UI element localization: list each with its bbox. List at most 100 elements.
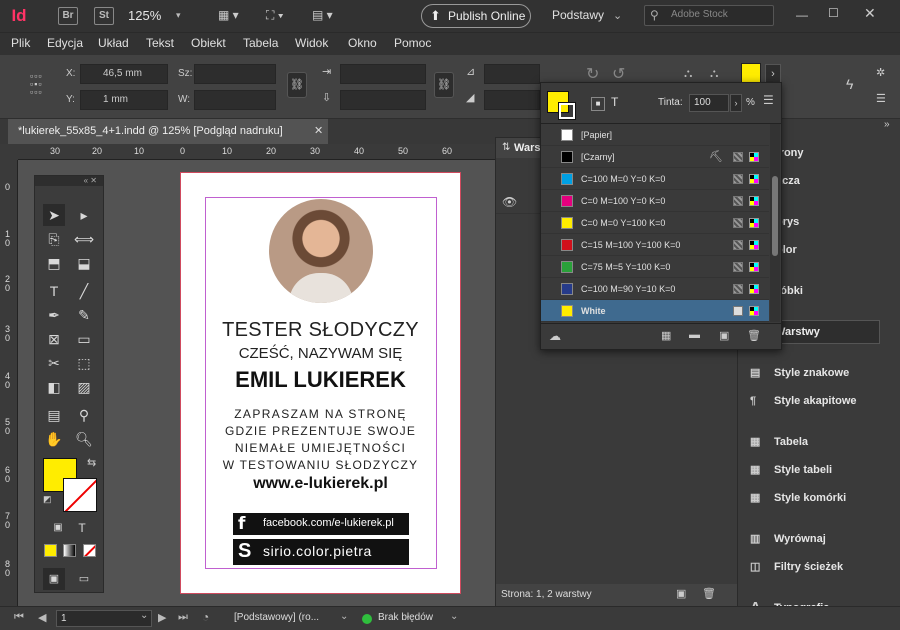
select-content-icon[interactable]: ⛬ <box>710 66 718 81</box>
container-formatting-icon[interactable]: ■ <box>591 97 605 111</box>
line-tool-icon[interactable]: ╱ <box>73 280 95 302</box>
master-page-field[interactable]: [Podstawowy] (ro... <box>234 612 319 623</box>
menu-edycja[interactable]: Edycja <box>47 36 83 50</box>
menu-widok[interactable]: Widok <box>295 36 328 50</box>
delete-layer-icon[interactable]: 🗑︎ <box>702 587 716 600</box>
page-dropdown-icon[interactable]: ⌄ <box>140 610 148 621</box>
cell-styles-item[interactable]: ▦ Style komórki <box>746 488 846 508</box>
previous-page-icon[interactable]: ◀ <box>38 611 46 624</box>
direct-selection-tool-icon[interactable]: ▸ <box>73 204 95 226</box>
menu-plik[interactable]: Plik <box>11 36 30 50</box>
new-swatch-icon[interactable]: ▣ <box>719 329 729 342</box>
gap-tool-icon[interactable]: ⟺ <box>73 228 95 250</box>
pencil-tool-icon[interactable]: ✎ <box>73 304 95 326</box>
page-number-field[interactable]: 1 <box>56 610 152 627</box>
scale-y-field[interactable] <box>340 90 426 110</box>
width-field[interactable] <box>194 64 276 84</box>
preflight-status-text[interactable]: Brak błędów <box>378 612 433 623</box>
view-options-icon[interactable]: ⛶ ▾ <box>266 8 306 24</box>
free-transform-tool-icon[interactable]: ⬚ <box>73 352 95 374</box>
new-layer-icon[interactable]: ▣ <box>676 587 686 600</box>
rotate-cw-icon[interactable]: ↻ <box>586 64 599 84</box>
screen-mode-icon[interactable]: ▦ ▾ <box>218 8 258 24</box>
workspace-switcher[interactable]: Podstawy <box>552 8 604 22</box>
document-page[interactable]: TESTER SŁODYCZY CZEŚĆ, NAZYWAM SIĘ EMIL … <box>180 172 461 594</box>
apply-none-icon[interactable] <box>83 544 96 557</box>
x-field[interactable]: 46,5 mm <box>80 64 168 84</box>
swatch-row[interactable]: C=0 M=100 Y=0 K=0 <box>541 190 769 212</box>
menu-obiekt[interactable]: Obiekt <box>191 36 226 50</box>
formatting-text-icon[interactable]: T <box>71 517 93 539</box>
menu-pomoc[interactable]: Pomoc <box>394 36 431 50</box>
tint-slider-button[interactable]: › <box>730 94 742 112</box>
swap-colors-icon[interactable]: ⇆ <box>87 456 96 469</box>
swatch-row[interactable]: [Papier] <box>541 124 769 146</box>
scale-link-icon[interactable]: ⛓ <box>434 72 454 98</box>
next-page-icon[interactable]: ▶ <box>158 611 166 624</box>
character-styles-item[interactable]: ▤ Style znakowe <box>746 363 849 383</box>
apply-color-icon[interactable] <box>44 544 57 557</box>
select-container-icon[interactable]: ⛬ <box>684 66 692 81</box>
swatch-row[interactable]: C=100 M=90 Y=10 K=0 <box>541 278 769 300</box>
tools-panel-header[interactable]: « ✕ <box>35 176 103 186</box>
cc-libraries-icon[interactable]: ☁ <box>549 329 561 343</box>
constrain-link-icon[interactable]: ⛓ <box>287 72 307 98</box>
fill-dropdown-button[interactable]: › <box>765 64 781 84</box>
show-all-swatches-icon[interactable]: ▦ <box>661 329 671 342</box>
table-item[interactable]: ▦ Tabela <box>746 432 808 452</box>
pathfinder-item[interactable]: ◫ Filtry ścieżek <box>746 557 843 577</box>
eye-icon[interactable]: 👁︎ <box>502 195 517 209</box>
height-field[interactable] <box>194 90 276 110</box>
new-color-group-icon[interactable]: ▬ <box>689 329 700 341</box>
normal-mode-icon[interactable]: ▣ <box>43 568 65 590</box>
note-tool-icon[interactable]: ▤ <box>43 404 65 426</box>
swatch-row-selected[interactable]: White <box>541 300 769 322</box>
close-window-button[interactable]: ✕ <box>864 5 876 22</box>
chevron-down-icon[interactable]: ⌄ <box>613 9 622 22</box>
quick-apply-icon[interactable]: ϟ <box>846 76 853 92</box>
swatch-stroke-indicator[interactable] <box>558 102 576 120</box>
stock-button[interactable]: St <box>94 7 114 25</box>
delete-swatch-icon[interactable]: 🗑︎ <box>747 329 761 342</box>
zoom-tool-icon[interactable]: 🔍︎ <box>73 428 95 450</box>
selection-tool-icon[interactable]: ➤ <box>43 204 65 226</box>
table-styles-item[interactable]: ▦ Style tabeli <box>746 460 832 480</box>
swatch-row[interactable]: C=100 M=0 Y=0 K=0 <box>541 168 769 190</box>
formatting-container-icon[interactable]: ▣ <box>47 517 69 539</box>
menu-tabela[interactable]: Tabela <box>243 36 278 50</box>
open-folder-icon[interactable]: ◔ <box>202 610 209 624</box>
paragraph-styles-item[interactable]: ¶ Style akapitowe <box>746 391 857 411</box>
minimize-button[interactable]: — <box>796 8 808 22</box>
stock-search-input[interactable]: ⚲ Adobe Stock <box>644 5 774 26</box>
layers-collapse-icon[interactable]: ⇅ <box>502 142 510 153</box>
default-colors-icon[interactable]: ◩ <box>43 494 52 505</box>
gear-icon[interactable]: ✲ <box>876 66 885 79</box>
swatches-menu-icon[interactable]: ☰ <box>763 93 774 107</box>
hand-tool-icon[interactable]: ✋ <box>43 428 65 450</box>
first-page-icon[interactable]: ⏮ <box>14 611 24 624</box>
dock-collapse-icon[interactable]: » <box>884 119 890 130</box>
last-page-icon[interactable]: ⏭ <box>178 611 188 624</box>
bridge-button[interactable]: Br <box>58 7 78 25</box>
text-formatting-icon[interactable]: T <box>611 95 618 109</box>
eyedropper-tool-icon[interactable]: ⚲ <box>73 404 95 426</box>
swatch-row[interactable]: C=15 M=100 Y=100 K=0 <box>541 234 769 256</box>
profile-photo[interactable] <box>269 199 373 303</box>
arrange-documents-icon[interactable]: ▤ ▾ <box>312 8 352 24</box>
menu-okno[interactable]: Okno <box>348 36 377 50</box>
fill-color-swatch[interactable] <box>741 63 761 83</box>
menu-tekst[interactable]: Tekst <box>146 36 174 50</box>
layer-row[interactable]: 👁︎ <box>496 192 540 214</box>
panel-menu-icon[interactable]: ☰ <box>876 92 886 105</box>
content-collector-icon[interactable]: ⬒ <box>43 252 65 274</box>
rectangle-tool-icon[interactable]: ▭ <box>73 328 95 350</box>
rotate-field[interactable] <box>484 64 540 84</box>
swatch-row[interactable]: C=75 M=5 Y=100 K=0 <box>541 256 769 278</box>
zoom-dropdown-icon[interactable]: ▾ <box>176 10 181 21</box>
preview-mode-icon[interactable]: ▭ <box>73 568 95 590</box>
swatch-row[interactable]: C=0 M=0 Y=100 K=0 <box>541 212 769 234</box>
scale-x-field[interactable] <box>340 64 426 84</box>
rotate-ccw-icon[interactable]: ↺ <box>612 64 625 84</box>
scissors-tool-icon[interactable]: ✂ <box>43 352 65 374</box>
shear-field[interactable] <box>484 90 540 110</box>
